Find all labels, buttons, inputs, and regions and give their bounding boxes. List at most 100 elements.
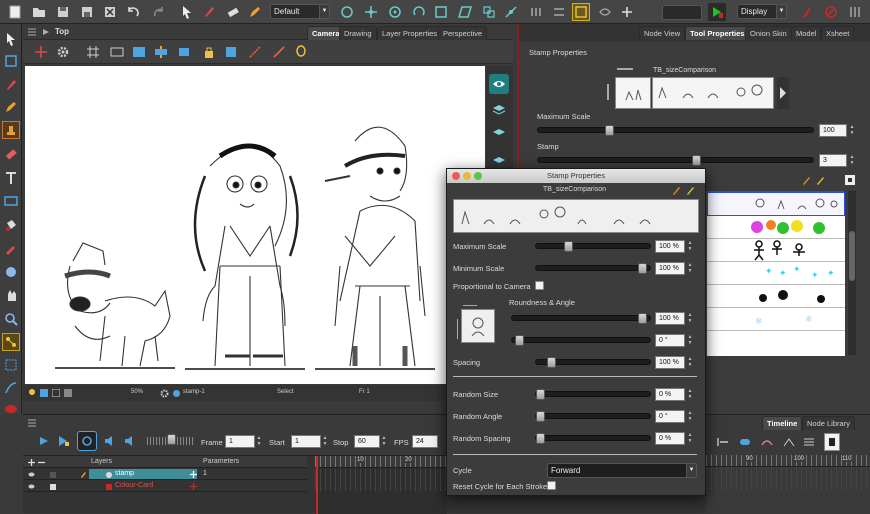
new-scene-icon[interactable]: [6, 3, 24, 21]
d-random-size-slider[interactable]: [535, 389, 651, 400]
table-row[interactable]: Colour-Card: [23, 481, 307, 492]
proportional-checkbox[interactable]: [535, 281, 544, 290]
list-item[interactable]: [707, 192, 845, 216]
loop-icon[interactable]: [77, 431, 97, 451]
d-random-angle-slider[interactable]: [535, 411, 651, 422]
layers-up-icon[interactable]: [489, 124, 509, 144]
visibility-icon[interactable]: [596, 3, 614, 21]
ink-tool-icon[interactable]: [2, 399, 20, 417]
field-icon[interactable]: [131, 45, 147, 59]
table-row[interactable]: stamp 1: [23, 469, 307, 480]
stamp-menu-icon[interactable]: [845, 175, 855, 185]
tab-tool-properties[interactable]: Tool Properties: [685, 26, 750, 40]
settings-icon[interactable]: [846, 3, 864, 21]
onion-toggle-icon[interactable]: [738, 435, 752, 449]
fit-view-icon[interactable]: [223, 45, 239, 59]
disable-icon[interactable]: [822, 3, 840, 21]
play-selection-icon[interactable]: [57, 434, 71, 448]
pencil-line-icon[interactable]: [247, 45, 263, 59]
lightbulb-icon[interactable]: [27, 387, 37, 399]
brush-icon[interactable]: [200, 3, 218, 21]
dialog-titlebar[interactable]: Stamp Properties: [447, 169, 705, 183]
stepper-icon[interactable]: ▲ ▼: [381, 435, 387, 448]
eraser-tool-icon[interactable]: [2, 145, 20, 163]
fps-field[interactable]: 24: [412, 435, 438, 448]
start-field[interactable]: 1: [291, 435, 321, 448]
roundness-preview[interactable]: [461, 309, 495, 343]
select-tool-icon[interactable]: [2, 30, 20, 48]
grid-toggle-icon[interactable]: [51, 387, 61, 399]
max-scale-value[interactable]: 100: [819, 124, 847, 137]
slider-knob[interactable]: [536, 411, 545, 422]
animate-mode-icon[interactable]: [708, 3, 726, 21]
add-column-icon[interactable]: [189, 482, 197, 491]
drawing-canvas[interactable]: [25, 66, 485, 384]
d-roundness-slider[interactable]: [511, 313, 651, 324]
visibility-toggle-icon[interactable]: [27, 482, 35, 491]
workspace-select[interactable]: Default ▼: [270, 4, 330, 19]
zoom-level[interactable]: 50%: [131, 389, 143, 395]
close-window-icon[interactable]: [452, 172, 460, 180]
lock-icon[interactable]: [201, 45, 217, 59]
d-max-scale-value[interactable]: 100 %: [655, 240, 685, 253]
tab-node-library[interactable]: Node Library: [802, 416, 855, 430]
rotate-icon[interactable]: [410, 3, 428, 21]
brush-import-icon[interactable]: [815, 175, 825, 185]
select-tool-icon[interactable]: [178, 3, 196, 21]
panel-menu-icon[interactable]: [27, 418, 37, 428]
paint-bucket-icon[interactable]: [2, 216, 20, 234]
layers-sort-icon[interactable]: [802, 435, 816, 449]
graph-icon[interactable]: [782, 435, 796, 449]
d-roundness-value[interactable]: 100 %: [655, 312, 685, 325]
stamp-value[interactable]: 3: [819, 154, 847, 167]
light-table-icon[interactable]: [293, 45, 309, 59]
stamp-strip[interactable]: [652, 77, 774, 109]
brush-preset-icon[interactable]: [801, 175, 811, 185]
frame-field[interactable]: 1: [225, 435, 255, 448]
pencil-icon[interactable]: [246, 3, 264, 21]
view-menu-icon[interactable]: [27, 27, 37, 37]
stepper-icon[interactable]: ▲ ▼: [256, 435, 262, 448]
pencil-tool-icon[interactable]: [2, 98, 20, 116]
slider-knob[interactable]: [638, 313, 647, 324]
d-random-size-value[interactable]: 0 %: [655, 388, 685, 401]
transform-icon[interactable]: [362, 3, 380, 21]
cutter-tool-icon[interactable]: [2, 356, 20, 374]
stop-field[interactable]: 60: [354, 435, 380, 448]
stepper-icon[interactable]: ▲ ▼: [687, 388, 693, 401]
brush-preset-icon[interactable]: [671, 185, 681, 195]
shift-trace-icon[interactable]: [177, 45, 193, 59]
cycle-select[interactable]: Forward ▼: [547, 463, 697, 478]
hand-tool-icon[interactable]: [2, 262, 20, 280]
timeline-ruler[interactable]: 90 100 110: [706, 455, 870, 467]
save-icon[interactable]: [54, 3, 72, 21]
slider-knob[interactable]: [605, 125, 614, 136]
timeline-select[interactable]: [662, 5, 702, 20]
zoom-tool-icon[interactable]: [2, 310, 20, 328]
stamp-preview[interactable]: [615, 77, 651, 109]
open-folder-icon[interactable]: [30, 3, 48, 21]
slider-knob[interactable]: [167, 434, 176, 445]
list-scrollbar[interactable]: [848, 191, 856, 355]
d-angle-value[interactable]: 0 °: [655, 334, 685, 347]
slider-knob[interactable]: [536, 389, 545, 400]
stamp-tool-icon[interactable]: [2, 121, 20, 139]
pencil-dash-icon[interactable]: [271, 45, 287, 59]
tab-perspective[interactable]: Perspective: [438, 26, 488, 40]
list-item[interactable]: [707, 216, 845, 239]
safe-area-icon[interactable]: [109, 45, 125, 59]
skew-icon[interactable]: [456, 3, 474, 21]
paint-icon[interactable]: [338, 3, 356, 21]
visibility-toggle-icon[interactable]: [27, 470, 35, 479]
color-icon[interactable]: [39, 387, 49, 399]
contour-editor-icon[interactable]: [2, 52, 20, 70]
lock-toggle-icon[interactable]: [49, 482, 57, 491]
tab-drawing[interactable]: Drawing: [339, 26, 377, 40]
onion-skin-icon[interactable]: [153, 45, 169, 59]
chevron-right-icon[interactable]: [777, 77, 789, 109]
undo-icon[interactable]: [124, 3, 142, 21]
bone-tool-icon[interactable]: [527, 3, 545, 21]
layers-down-icon[interactable]: [489, 148, 509, 168]
stepper-icon[interactable]: ▲ ▼: [849, 154, 855, 167]
add-layer-icon[interactable]: [27, 457, 35, 467]
